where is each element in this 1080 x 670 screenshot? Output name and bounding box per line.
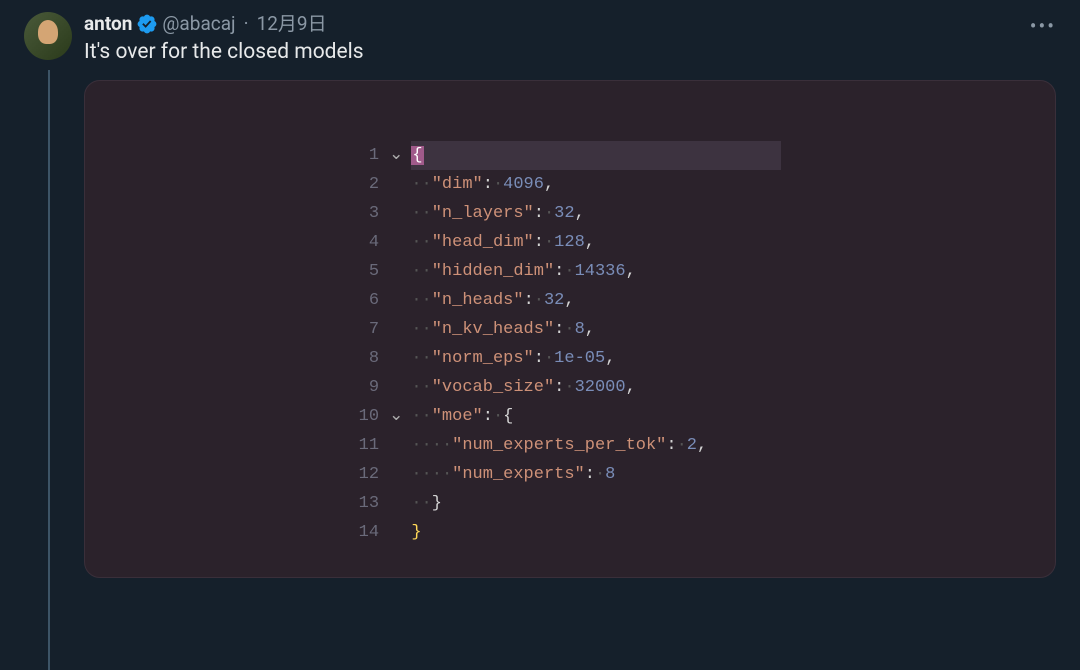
thread-line — [48, 70, 50, 670]
fold-column: ⌄ ⌄ — [389, 141, 411, 547]
tweet-container: anton @abacaj · 12月9日 ••• It's over for … — [0, 0, 1080, 590]
code-content: { ··"dim":·4096, ··"n_layers":·32, ··"he… — [411, 141, 781, 547]
username[interactable]: @abacaj — [162, 12, 235, 36]
verified-badge-icon — [136, 13, 158, 35]
tweet-body: anton @abacaj · 12月9日 ••• It's over for … — [84, 12, 1056, 578]
line-numbers: 1 2 3 4 5 6 7 8 9 10 11 12 13 14 — [359, 141, 389, 547]
timestamp[interactable]: 12月9日 — [257, 12, 327, 36]
display-name[interactable]: anton — [84, 12, 132, 36]
avatar[interactable] — [24, 12, 72, 60]
tweet-header: anton @abacaj · 12月9日 — [84, 12, 1056, 36]
tweet-text: It's over for the closed models — [84, 38, 1056, 66]
more-button[interactable]: ••• — [1030, 14, 1056, 38]
code-block: 1 2 3 4 5 6 7 8 9 10 11 12 13 14 ⌄ ⌄ { ·… — [84, 80, 1056, 578]
dot-separator: · — [244, 12, 249, 36]
